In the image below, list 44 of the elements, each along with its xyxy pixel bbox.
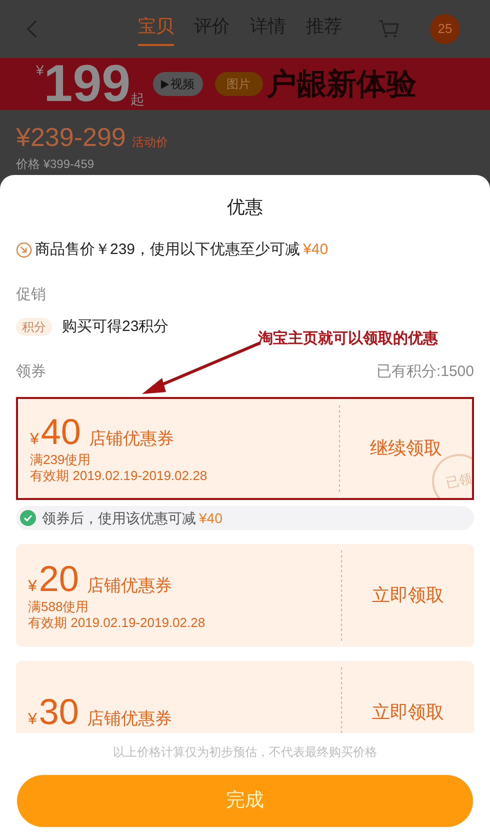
video-badge[interactable]: 视频 [152,72,203,96]
banner-slogan: 户龈新体验 [266,66,417,102]
original-price: 价格 ¥399-459 [16,157,96,171]
claim-button[interactable]: 立即领取 [342,544,474,647]
discount-icon [16,242,32,258]
currency-symbol: ¥ [28,577,37,597]
note-amount: ¥40 [199,508,222,528]
coupon-amount: 20 [38,560,79,598]
points-balance: 已有积分:1500 [376,362,474,382]
picture-badge[interactable]: 图片 [214,72,263,96]
section-label: 领券 [16,362,46,382]
play-icon [160,80,169,88]
annotation-text: 淘宝主页就可以领取的优惠 [258,328,438,349]
coupon-condition: 满239使用 [30,452,92,468]
coupon-amount: 40 [40,413,81,451]
price-tag: 活动价 [132,133,168,151]
coupon-condition: 满588使用 [28,599,90,615]
cart-icon[interactable] [378,19,400,39]
promo-text: 购买可得23积分 [62,317,169,337]
summary-text: 商品售价￥239，使用以下优惠至少可减 [35,240,300,260]
check-icon [20,510,36,526]
banner-suffix: 起 [130,90,145,109]
coupon-title: 店铺优惠券 [86,708,172,730]
done-button[interactable]: 完成 [17,775,473,827]
coupon-title: 店铺优惠券 [86,575,172,597]
note-text: 领券后，使用该优惠可减 [42,508,196,528]
banner-price: 199 [44,58,131,110]
back-icon[interactable] [26,19,38,39]
disclaimer-text: 以上价格计算仅为初步预估，不代表最终购买价格 [113,744,377,761]
price-range: ¥239-299 [16,121,126,154]
coupon-title: 店铺优惠券 [88,428,174,450]
sheet-title: 优惠 [227,196,263,218]
nav-tab[interactable]: 宝贝 [138,12,174,46]
points-tag: 积分 [16,318,52,336]
currency-symbol: ¥ [30,430,39,450]
coupon-validity: 有效期 2019.02.19-2019.02.28 [28,615,206,631]
coupon-amount: 30 [38,693,79,731]
banner-currency: ¥ [36,61,44,80]
currency-symbol: ¥ [28,710,37,730]
coupon-validity: 有效期 2019.02.19-2019.02.28 [30,468,208,484]
count-badge: 25 [430,14,460,44]
summary-amount: ¥40 [303,240,328,260]
claim-button[interactable]: 立即领取 [342,661,474,733]
section-label: 促销 [16,284,46,304]
